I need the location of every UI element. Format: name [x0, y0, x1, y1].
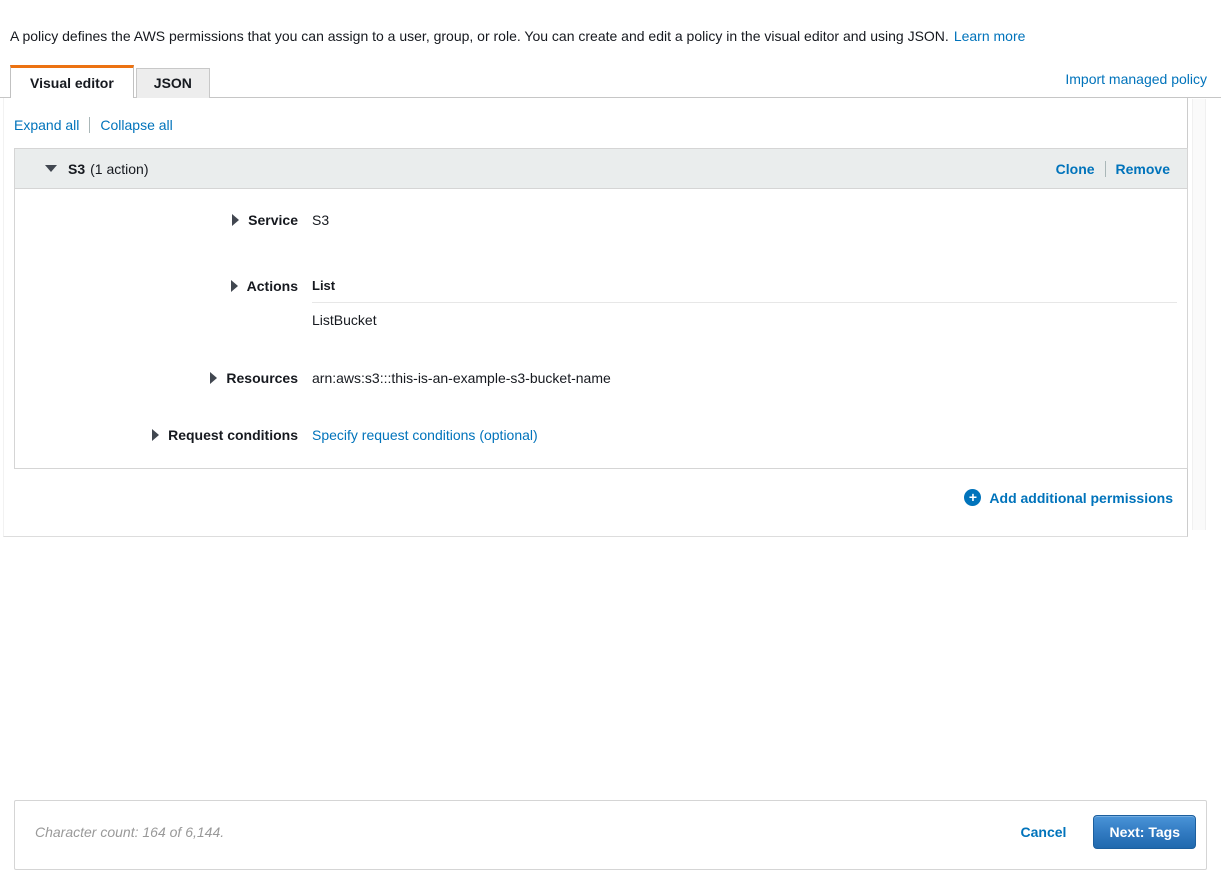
- request-conditions-row: Request conditions Specify request condi…: [15, 426, 1187, 444]
- chevron-down-icon[interactable]: [45, 165, 57, 172]
- policy-description-text: A policy defines the AWS permissions tha…: [10, 28, 949, 44]
- collapse-all-link[interactable]: Collapse all: [100, 117, 172, 133]
- expand-all-link[interactable]: Expand all: [14, 117, 79, 133]
- request-conditions-value: Specify request conditions (optional): [298, 426, 1187, 444]
- expand-collapse-toolbar: Expand all Collapse all: [14, 117, 173, 133]
- permission-block-s3: S3 (1 action) Clone Remove Service S3 Ac…: [14, 148, 1188, 469]
- request-conditions-row-toggle[interactable]: Request conditions: [15, 426, 298, 444]
- resources-row-toggle[interactable]: Resources: [15, 369, 298, 387]
- import-managed-policy-link[interactable]: Import managed policy: [1065, 71, 1207, 87]
- service-label: Service: [248, 212, 298, 228]
- permission-block-body: Service S3 Actions List ListBucket Resou…: [15, 189, 1187, 468]
- actions-row-toggle[interactable]: Actions: [15, 277, 298, 295]
- tab-visual-editor-label: Visual editor: [30, 75, 114, 91]
- tab-json[interactable]: JSON: [135, 68, 210, 98]
- clone-link[interactable]: Clone: [1056, 161, 1095, 177]
- chevron-right-icon: [152, 429, 160, 441]
- policy-description: A policy defines the AWS permissions tha…: [10, 28, 1211, 45]
- add-additional-permissions-button[interactable]: Add additional permissions: [964, 489, 1173, 506]
- service-row: Service S3: [15, 211, 1187, 229]
- footer-bar: Character count: 164 of 6,144. Cancel Ne…: [14, 800, 1207, 870]
- tab-json-label: JSON: [153, 75, 192, 91]
- service-value: S3: [312, 212, 330, 228]
- actions-row: Actions List ListBucket: [15, 277, 1187, 329]
- remove-link[interactable]: Remove: [1116, 161, 1170, 177]
- chevron-right-icon: [230, 280, 238, 292]
- divider: [89, 117, 91, 133]
- resources-row: Resources arn:aws:s3:::this-is-an-exampl…: [15, 369, 1187, 387]
- resources-value: arn:aws:s3:::this-is-an-example-s3-bucke…: [312, 370, 611, 386]
- add-icon: [964, 489, 982, 506]
- permission-block-header[interactable]: S3 (1 action) Clone Remove: [15, 149, 1187, 189]
- next-tags-button[interactable]: Next: Tags: [1093, 815, 1196, 849]
- chevron-right-icon: [232, 214, 240, 226]
- editor-tabs: Visual editor JSON: [10, 65, 210, 98]
- service-row-toggle[interactable]: Service: [15, 211, 298, 229]
- chevron-right-icon: [210, 372, 218, 384]
- resources-label: Resources: [226, 370, 298, 386]
- character-count: Character count: 164 of 6,144.: [35, 824, 225, 840]
- action-item: ListBucket: [312, 312, 377, 328]
- actions-label: Actions: [246, 278, 298, 294]
- permission-action-count: (1 action): [90, 160, 149, 177]
- action-group-name: List: [312, 278, 336, 293]
- add-additional-permissions-label: Add additional permissions: [989, 489, 1173, 506]
- divider: [1104, 160, 1106, 177]
- permission-service-name: S3: [68, 160, 86, 177]
- actions-value: List ListBucket: [298, 277, 1187, 329]
- request-conditions-label: Request conditions: [168, 427, 298, 443]
- cancel-button[interactable]: Cancel: [1021, 824, 1067, 840]
- tab-visual-editor[interactable]: Visual editor: [10, 65, 134, 98]
- learn-more-link[interactable]: Learn more: [954, 28, 1026, 44]
- action-group-divider: [312, 302, 1177, 303]
- scrollbar[interactable]: [1192, 99, 1206, 530]
- specify-request-conditions-link[interactable]: Specify request conditions (optional): [312, 427, 538, 443]
